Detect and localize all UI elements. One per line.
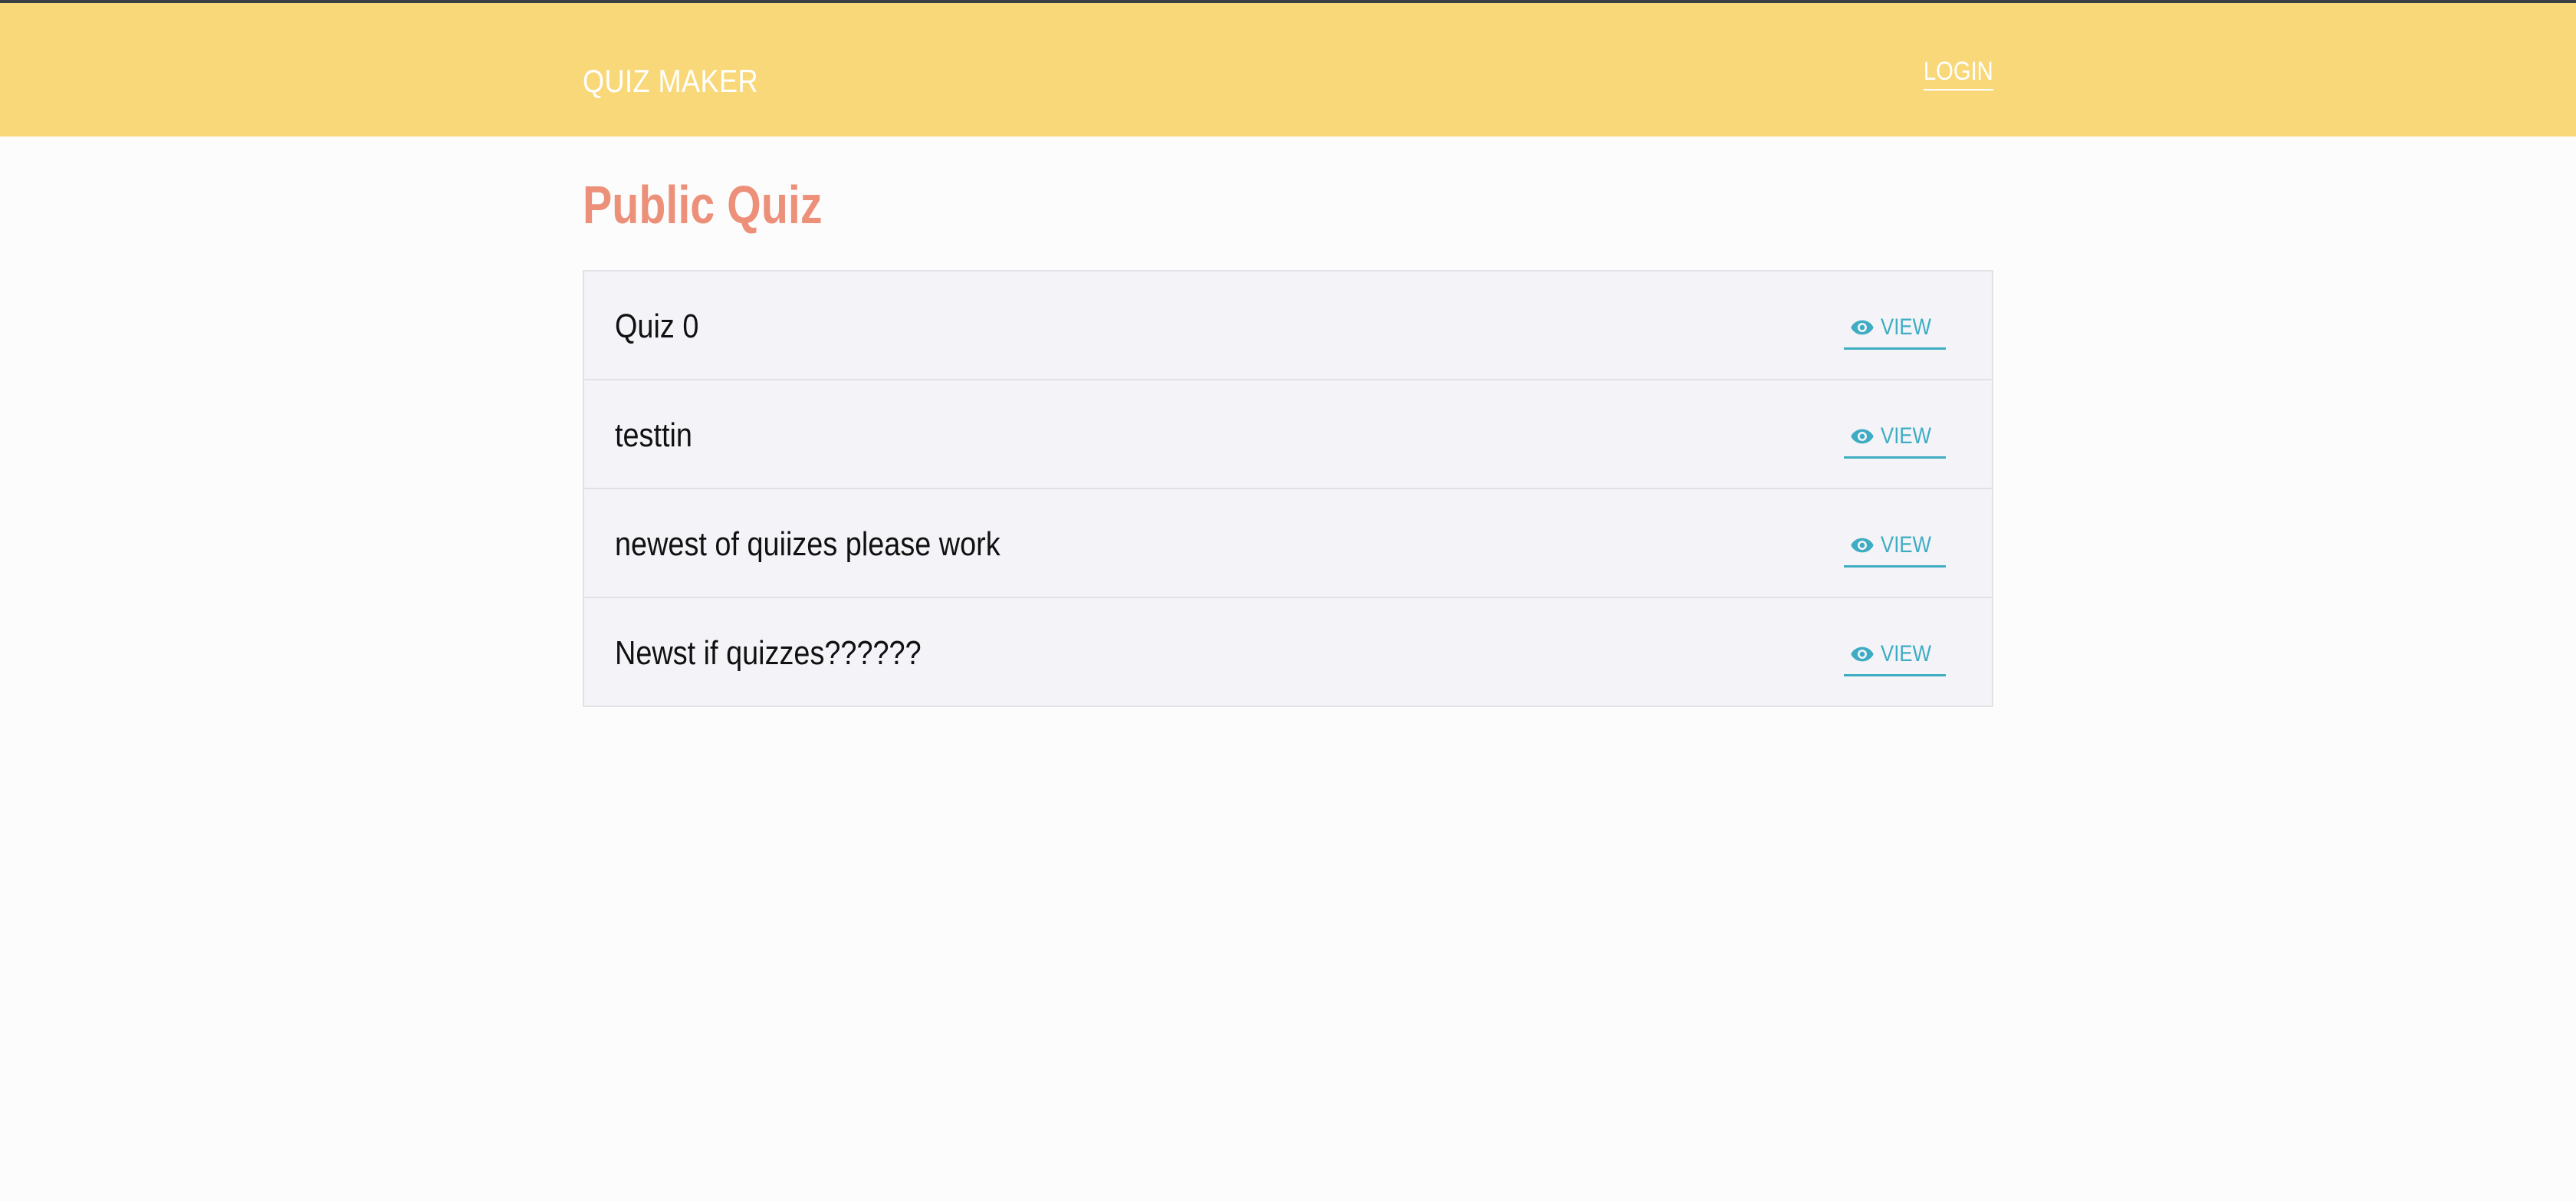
quiz-name: newest of quiizes please work [615, 525, 1001, 563]
view-quiz-button[interactable]: VIEW [1844, 637, 1946, 676]
top-navigation-bar: QUIZ MAKER LOGIN [0, 0, 2576, 137]
quiz-name: testtin [615, 416, 692, 454]
quiz-row: testtin VIEW [584, 379, 1992, 488]
page-title: Public Quiz [583, 175, 823, 235]
view-quiz-button[interactable]: VIEW [1844, 419, 1946, 459]
login-link[interactable]: LOGIN [1924, 54, 1993, 90]
view-label: VIEW [1881, 531, 1932, 558]
quiz-name: Newst if quizzes?????? [615, 634, 922, 672]
app-brand[interactable]: QUIZ MAKER [583, 60, 758, 103]
quiz-row: newest of quiizes please work VIEW [584, 488, 1992, 597]
quiz-name: Quiz 0 [615, 308, 699, 345]
view-quiz-button[interactable]: VIEW [1844, 310, 1946, 350]
quiz-list: Quiz 0 VIEW testtin VIEW newest of quiiz… [583, 270, 1993, 707]
view-quiz-button[interactable]: VIEW [1844, 528, 1946, 568]
view-label: VIEW [1881, 640, 1932, 666]
quiz-row: Newst if quizzes?????? VIEW [584, 597, 1992, 706]
eye-icon [1851, 647, 1874, 661]
eye-icon [1851, 320, 1874, 334]
eye-icon [1851, 538, 1874, 552]
quiz-row: Quiz 0 VIEW [584, 271, 1992, 379]
view-label: VIEW [1881, 314, 1932, 340]
eye-icon [1851, 429, 1874, 443]
view-label: VIEW [1881, 423, 1932, 449]
